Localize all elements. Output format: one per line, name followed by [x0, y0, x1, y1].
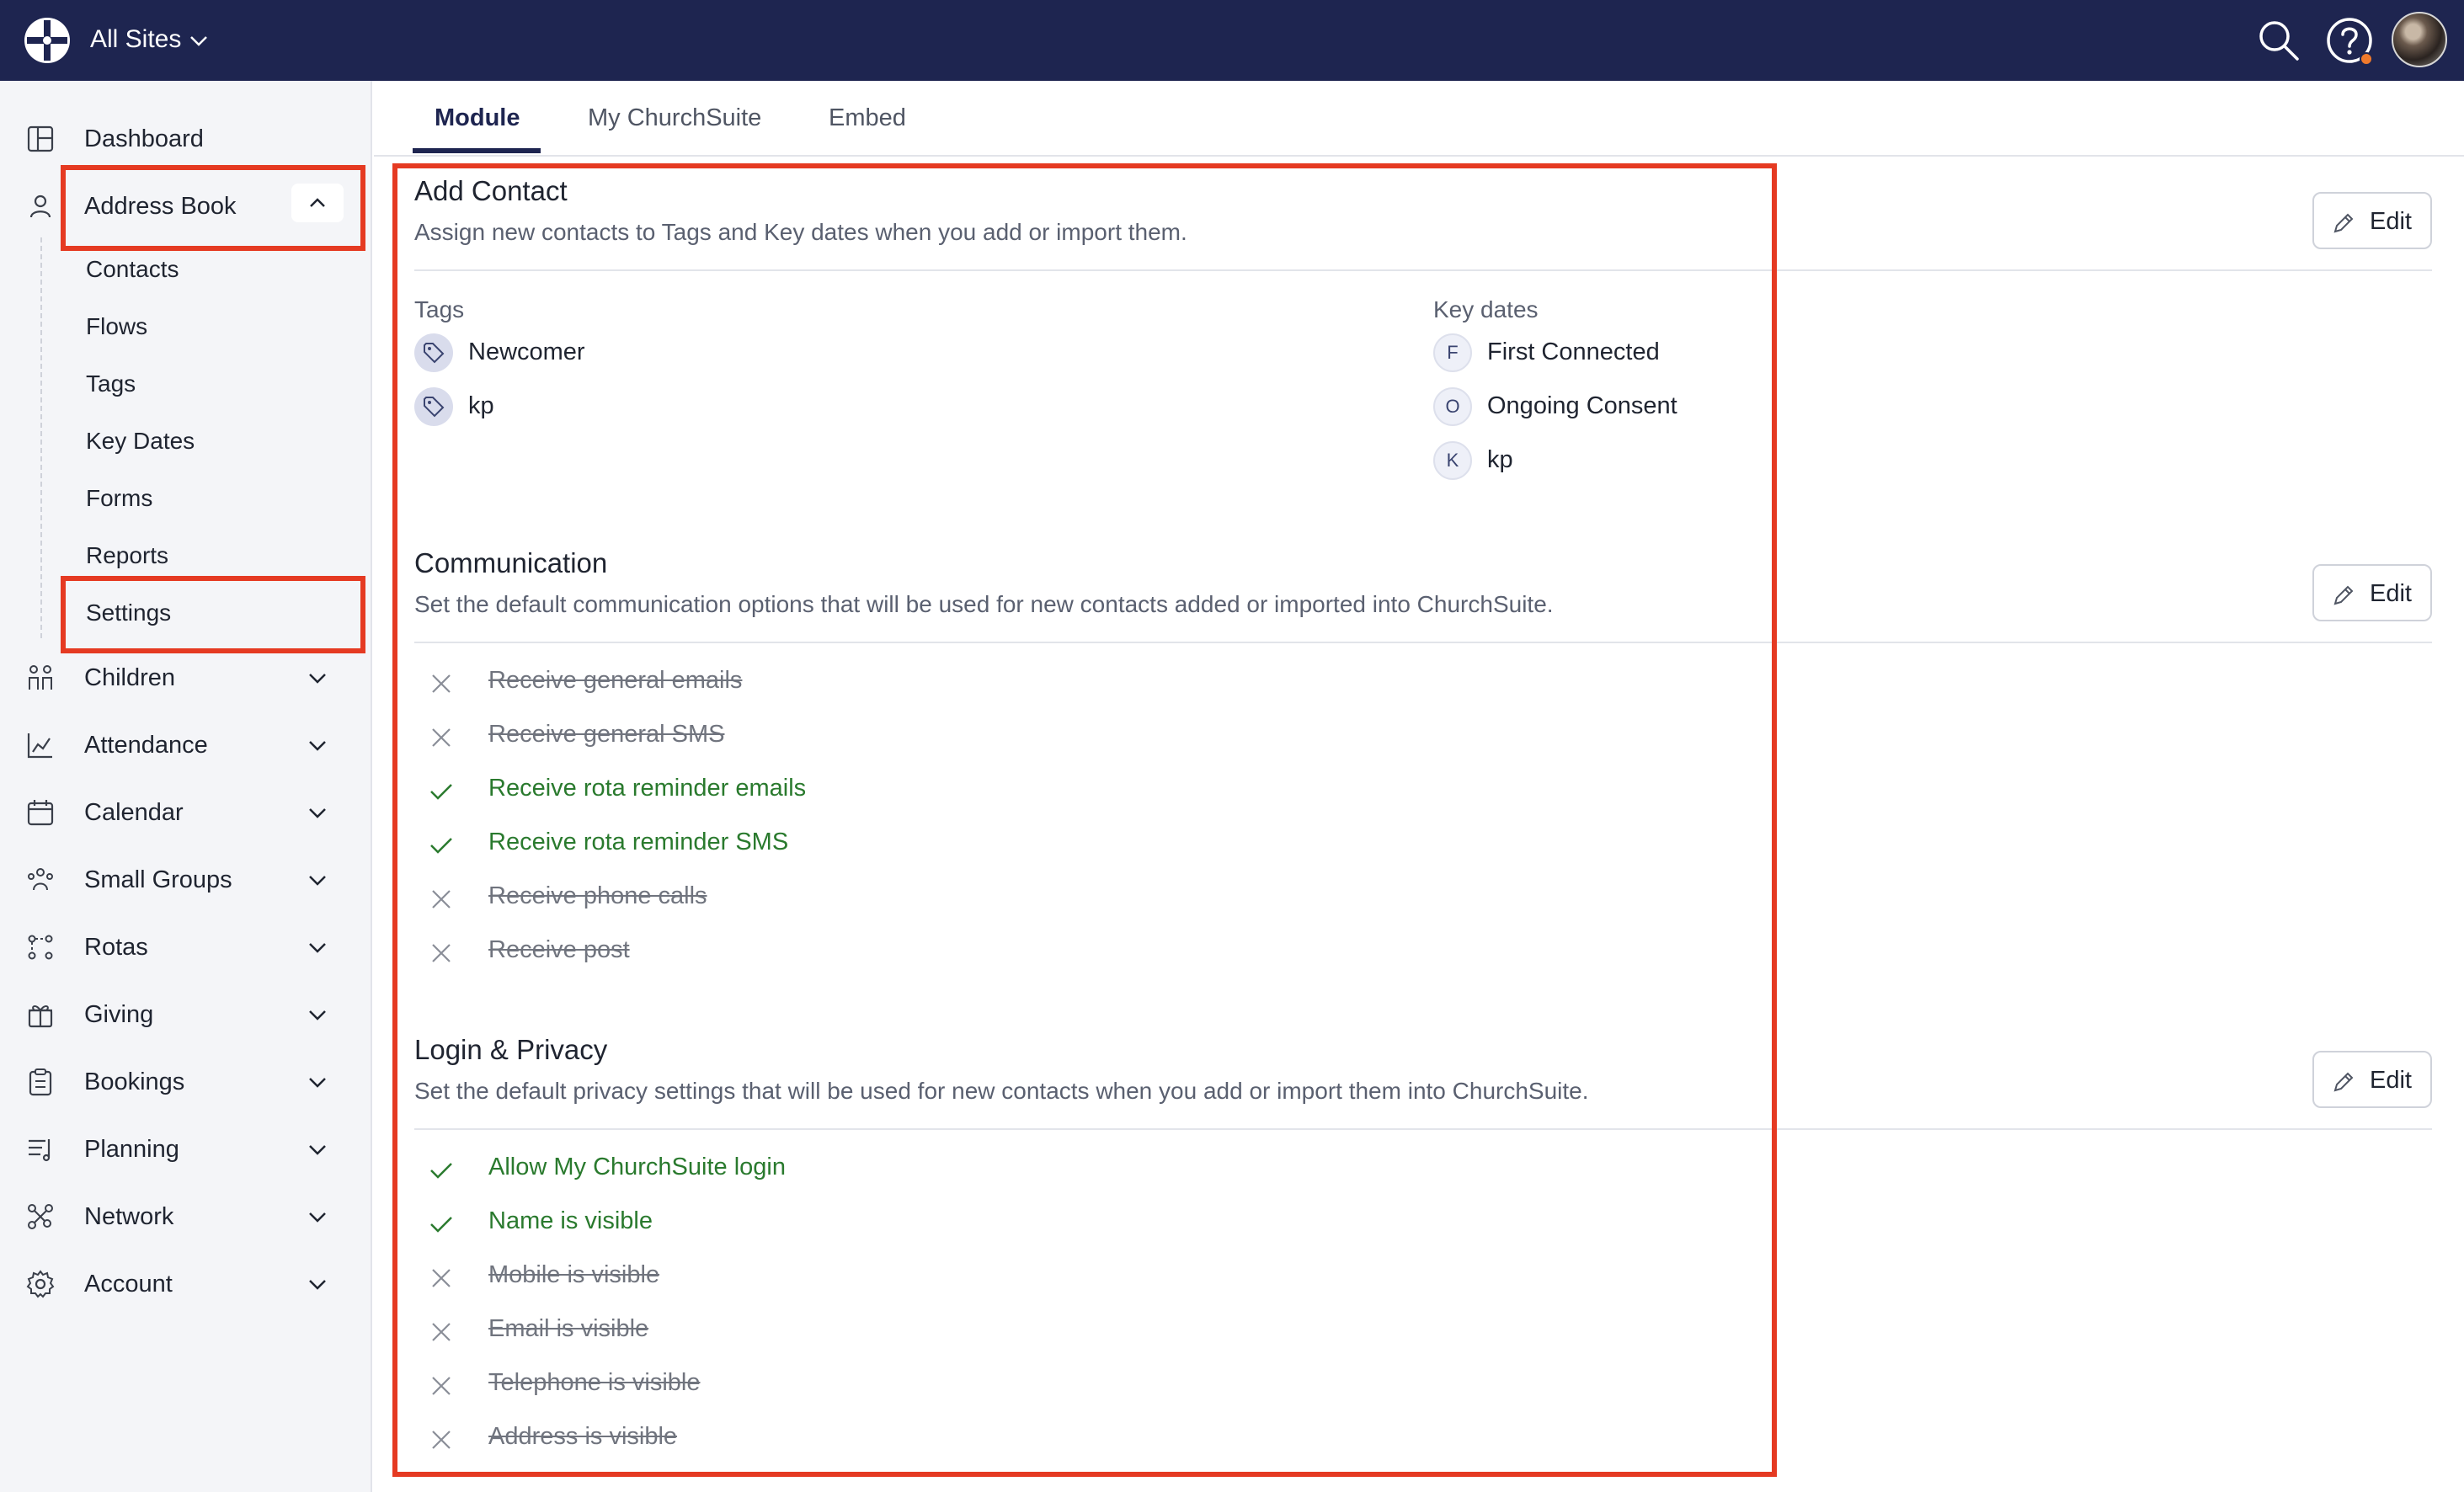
chevron-down-icon[interactable] [187, 29, 211, 52]
login-privacy-edit-button[interactable]: Edit [2312, 1051, 2432, 1108]
chevron-down-icon [309, 943, 326, 953]
communication-edit-button[interactable]: Edit [2312, 564, 2432, 621]
logo-icon[interactable] [22, 15, 72, 66]
sidebar-item-small-groups[interactable]: Small Groups [0, 850, 372, 909]
sidebar-item-planning[interactable]: Planning [0, 1120, 372, 1179]
active-tab-indicator [413, 148, 541, 153]
add-contact-edit-button[interactable]: Edit [2312, 192, 2432, 249]
sidebar-subitem-key-dates[interactable]: Key Dates [86, 418, 195, 465]
sidebar-item-children[interactable]: Children [0, 648, 372, 707]
tab-module[interactable]: Module [435, 104, 520, 132]
sidebar-item-network[interactable]: Network [0, 1187, 372, 1246]
bookings-icon [29, 1068, 52, 1096]
children-icon [29, 665, 52, 690]
chevron-down-icon [309, 1078, 326, 1088]
tab-my-churchsuite[interactable]: My ChurchSuite [588, 104, 761, 132]
sidebar-item-dashboard[interactable]: Dashboard [0, 109, 372, 168]
search-icon[interactable] [2253, 15, 2304, 66]
chevron-down-icon [309, 674, 326, 684]
edit-label: Edit [2370, 208, 2412, 235]
chevron-down-icon [309, 876, 326, 886]
edit-label: Edit [2370, 1067, 2412, 1094]
sidebar-item-bookings[interactable]: Bookings [0, 1052, 372, 1111]
sidebar-subitem-contacts[interactable]: Contacts [86, 246, 179, 293]
sidebar-item-label: Attendance [84, 731, 208, 759]
sidebar-item-rotas[interactable]: Rotas [0, 918, 372, 977]
sidebar-subitem-tags[interactable]: Tags [86, 360, 136, 408]
network-icon [28, 1204, 53, 1229]
pencil-icon [2333, 1072, 2354, 1092]
gear-icon [26, 1270, 55, 1298]
highlight-settings-panel [392, 163, 1777, 1477]
chevron-down-icon [309, 808, 326, 818]
chevron-down-icon [309, 1145, 326, 1155]
calendar-icon [27, 800, 54, 826]
highlight-address-book [61, 165, 365, 251]
chevron-down-icon [309, 1212, 326, 1223]
sidebar-item-label: Children [84, 663, 175, 691]
top-bar: All Sites [0, 0, 2464, 81]
pencil-icon [2333, 213, 2354, 233]
sidebar-subitem-flows[interactable]: Flows [86, 303, 147, 350]
tab-embed[interactable]: Embed [829, 104, 906, 132]
person-icon [29, 194, 51, 218]
attendance-chart-icon [27, 733, 52, 759]
chevron-down-icon [309, 1010, 326, 1020]
pencil-icon [2333, 585, 2354, 605]
gift-icon [28, 1004, 53, 1028]
sidebar-item-label: Bookings [84, 1068, 185, 1095]
sidebar-item-label: Rotas [84, 933, 148, 961]
avatar[interactable] [2392, 12, 2447, 67]
highlight-settings [61, 576, 365, 653]
small-groups-icon [28, 868, 53, 891]
sidebar-item-attendance[interactable]: Attendance [0, 716, 372, 775]
chevron-down-icon [309, 741, 326, 751]
sidebar-item-label: Account [84, 1270, 173, 1298]
site-selector-label[interactable]: All Sites [90, 25, 181, 54]
sidebar-item-label: Dashboard [84, 125, 204, 152]
submenu-guide [40, 237, 42, 638]
sidebar-item-label: Calendar [84, 798, 184, 826]
sidebar-item-calendar[interactable]: Calendar [0, 783, 372, 842]
chevron-down-icon [309, 1280, 326, 1290]
sidebar-item-label: Network [84, 1202, 174, 1230]
dashboard-icon [27, 125, 54, 152]
rotas-icon [28, 935, 53, 960]
help-icon[interactable] [2324, 15, 2376, 69]
sidebar-item-label: Small Groups [84, 866, 232, 893]
edit-label: Edit [2370, 580, 2412, 607]
sidebar-subitem-reports[interactable]: Reports [86, 532, 168, 579]
sidebar-item-account[interactable]: Account [0, 1255, 372, 1313]
planning-icon [29, 1139, 51, 1162]
sidebar-item-giving[interactable]: Giving [0, 985, 372, 1044]
sidebar-item-label: Planning [84, 1135, 179, 1163]
sidebar-item-label: Giving [84, 1000, 154, 1028]
sidebar-subitem-forms[interactable]: Forms [86, 475, 152, 522]
